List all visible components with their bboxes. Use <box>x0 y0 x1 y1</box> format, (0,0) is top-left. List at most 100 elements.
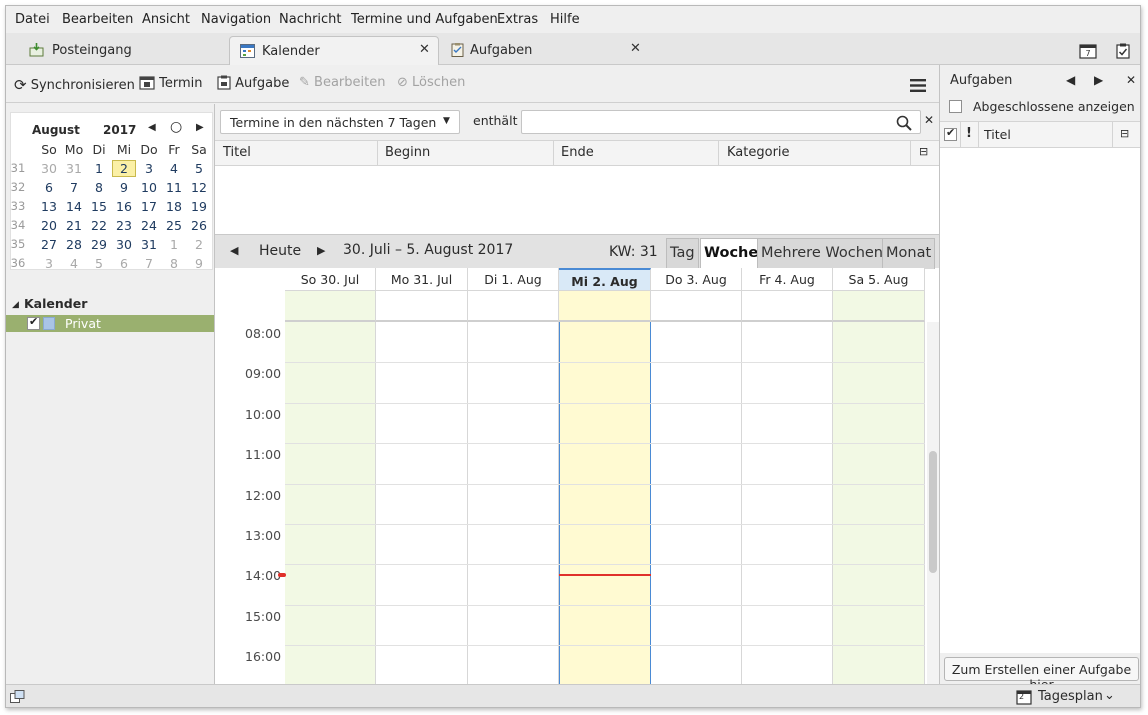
tab-tag[interactable]: Tag <box>666 238 699 269</box>
show-completed-checkbox[interactable] <box>949 100 962 113</box>
day-cell[interactable]: 3 <box>37 256 61 271</box>
calendar-item-privat[interactable]: ✔ Privat <box>6 315 214 332</box>
allday-cell[interactable] <box>833 291 925 322</box>
allday-cell[interactable] <box>285 291 376 322</box>
day-cell[interactable]: 22 <box>87 218 111 233</box>
menu-ansicht[interactable]: Ansicht <box>142 12 190 27</box>
day-cell[interactable]: 5 <box>87 256 111 271</box>
week-scrollbar-thumb[interactable] <box>929 451 937 573</box>
day-cell[interactable]: 1 <box>162 237 186 252</box>
next-week-icon[interactable]: ▶ <box>317 244 325 257</box>
day-cell[interactable]: 13 <box>37 199 61 214</box>
day-cell[interactable]: 4 <box>62 256 86 271</box>
day-column[interactable] <box>376 322 468 684</box>
day-header[interactable]: Mi 2. Aug <box>559 268 651 291</box>
tab-monat[interactable]: Monat <box>882 238 936 269</box>
day-cell[interactable]: 17 <box>137 199 161 214</box>
day-cell[interactable]: 20 <box>37 218 61 233</box>
day-cell[interactable]: 28 <box>62 237 86 252</box>
day-cell[interactable]: 6 <box>37 180 61 195</box>
menu-bearbeiten[interactable]: Bearbeiten <box>62 12 133 27</box>
close-icon[interactable]: ✕ <box>1126 73 1136 87</box>
chevron-down-icon[interactable]: ⌄ <box>1104 688 1115 703</box>
col-task-title[interactable]: Titel <box>984 127 1011 142</box>
connection-status-icon[interactable] <box>10 690 25 703</box>
day-cell[interactable]: 11 <box>162 180 186 195</box>
close-filter-icon[interactable]: ✕ <box>924 113 934 127</box>
delete-button[interactable]: ⊘ Löschen <box>397 75 465 90</box>
day-header[interactable]: So 30. Jul <box>285 268 376 291</box>
allday-cell[interactable] <box>468 291 559 322</box>
menu-datei[interactable]: Datei <box>15 12 50 27</box>
menu-termine-und-aufgaben[interactable]: Termine und Aufgaben <box>351 12 498 27</box>
allday-cell[interactable] <box>376 291 468 322</box>
allday-cell[interactable] <box>559 291 651 322</box>
col-ende[interactable]: Ende <box>561 145 594 160</box>
quick-add-task-field[interactable]: Zum Erstellen einer Aufgabe hier <box>944 657 1139 692</box>
day-cell[interactable]: 7 <box>137 256 161 271</box>
day-column-today[interactable] <box>559 322 651 684</box>
allday-cell[interactable] <box>742 291 833 322</box>
menu-navigation[interactable]: Navigation <box>201 12 271 27</box>
today-pane-label[interactable]: Tagesplan <box>1038 689 1103 704</box>
day-cell[interactable]: 27 <box>37 237 61 252</box>
day-header[interactable]: Di 1. Aug <box>468 268 559 291</box>
day-cell[interactable]: 21 <box>62 218 86 233</box>
day-cell[interactable]: 2 <box>187 237 211 252</box>
day-cell[interactable]: 23 <box>112 218 136 233</box>
day-cell[interactable]: 30 <box>112 237 136 252</box>
day-cell[interactable]: 10 <box>137 180 161 195</box>
tab-kalender[interactable]: Kalender ✕ <box>229 36 439 65</box>
day-cell[interactable]: 12 <box>187 180 211 195</box>
today-circle-icon[interactable]: ○ <box>170 119 182 135</box>
minical-month[interactable]: August <box>32 123 80 137</box>
menu-nachricht[interactable]: Nachricht <box>279 12 342 27</box>
day-cell[interactable]: 19 <box>187 199 211 214</box>
day-cell[interactable]: 26 <box>187 218 211 233</box>
collapse-triangle-icon[interactable]: ◢ <box>12 300 19 310</box>
day-column[interactable] <box>651 322 742 684</box>
search-icon[interactable] <box>896 115 912 131</box>
day-cell[interactable]: 29 <box>87 237 111 252</box>
new-task-button[interactable]: Aufgabe <box>217 75 289 91</box>
day-cell[interactable]: 18 <box>162 199 186 214</box>
day-column[interactable] <box>285 322 376 684</box>
day-cell[interactable]: 25 <box>162 218 186 233</box>
prev-month-icon[interactable]: ◀ <box>148 122 156 133</box>
day-cell[interactable]: 16 <box>112 199 136 214</box>
today-button[interactable]: Heute <box>259 243 301 259</box>
next-month-icon[interactable]: ▶ <box>196 122 204 133</box>
day-cell[interactable]: 15 <box>87 199 111 214</box>
close-icon[interactable]: ✕ <box>630 41 641 56</box>
day-header[interactable]: Mo 31. Jul <box>376 268 468 291</box>
col-beginn[interactable]: Beginn <box>385 145 430 160</box>
day-header[interactable]: Do 3. Aug <box>651 268 742 291</box>
calendar-checkbox[interactable]: ✔ <box>27 315 40 330</box>
task-tab-icon[interactable] <box>1115 43 1131 59</box>
sync-button[interactable]: ⟳ Synchronisieren <box>14 75 135 94</box>
day-cell[interactable]: 4 <box>162 161 186 176</box>
close-icon[interactable]: ✕ <box>419 42 430 57</box>
col-priority[interactable]: ! <box>966 126 972 141</box>
day-cell[interactable]: 8 <box>87 180 111 195</box>
day-cell[interactable]: 1 <box>87 161 111 176</box>
day-column[interactable] <box>833 322 925 684</box>
edit-button[interactable]: ✎ Bearbeiten <box>299 75 385 90</box>
menu-extras[interactable]: Extras <box>497 12 538 27</box>
column-picker-icon[interactable]: ⊟ <box>1120 127 1129 140</box>
day-header[interactable]: Sa 5. Aug <box>833 268 925 291</box>
search-input[interactable] <box>521 110 921 134</box>
column-picker-icon[interactable]: ⊟ <box>919 145 928 158</box>
day-cell[interactable]: 9 <box>112 180 136 195</box>
day-cell[interactable]: 31 <box>137 237 161 252</box>
calendar-tab-icon[interactable]: 7 <box>1079 43 1097 59</box>
new-event-button[interactable]: Termin <box>139 75 203 91</box>
day-column[interactable] <box>468 322 559 684</box>
tab-woche[interactable]: Woche <box>700 238 763 269</box>
col-titel[interactable]: Titel <box>223 145 251 160</box>
day-cell[interactable]: 8 <box>162 256 186 271</box>
day-cell[interactable]: 6 <box>112 256 136 271</box>
day-header[interactable]: Fr 4. Aug <box>742 268 833 291</box>
prev-week-icon[interactable]: ◀ <box>230 244 238 257</box>
tab-mehrere-wochen[interactable]: Mehrere Wochen <box>757 238 887 269</box>
